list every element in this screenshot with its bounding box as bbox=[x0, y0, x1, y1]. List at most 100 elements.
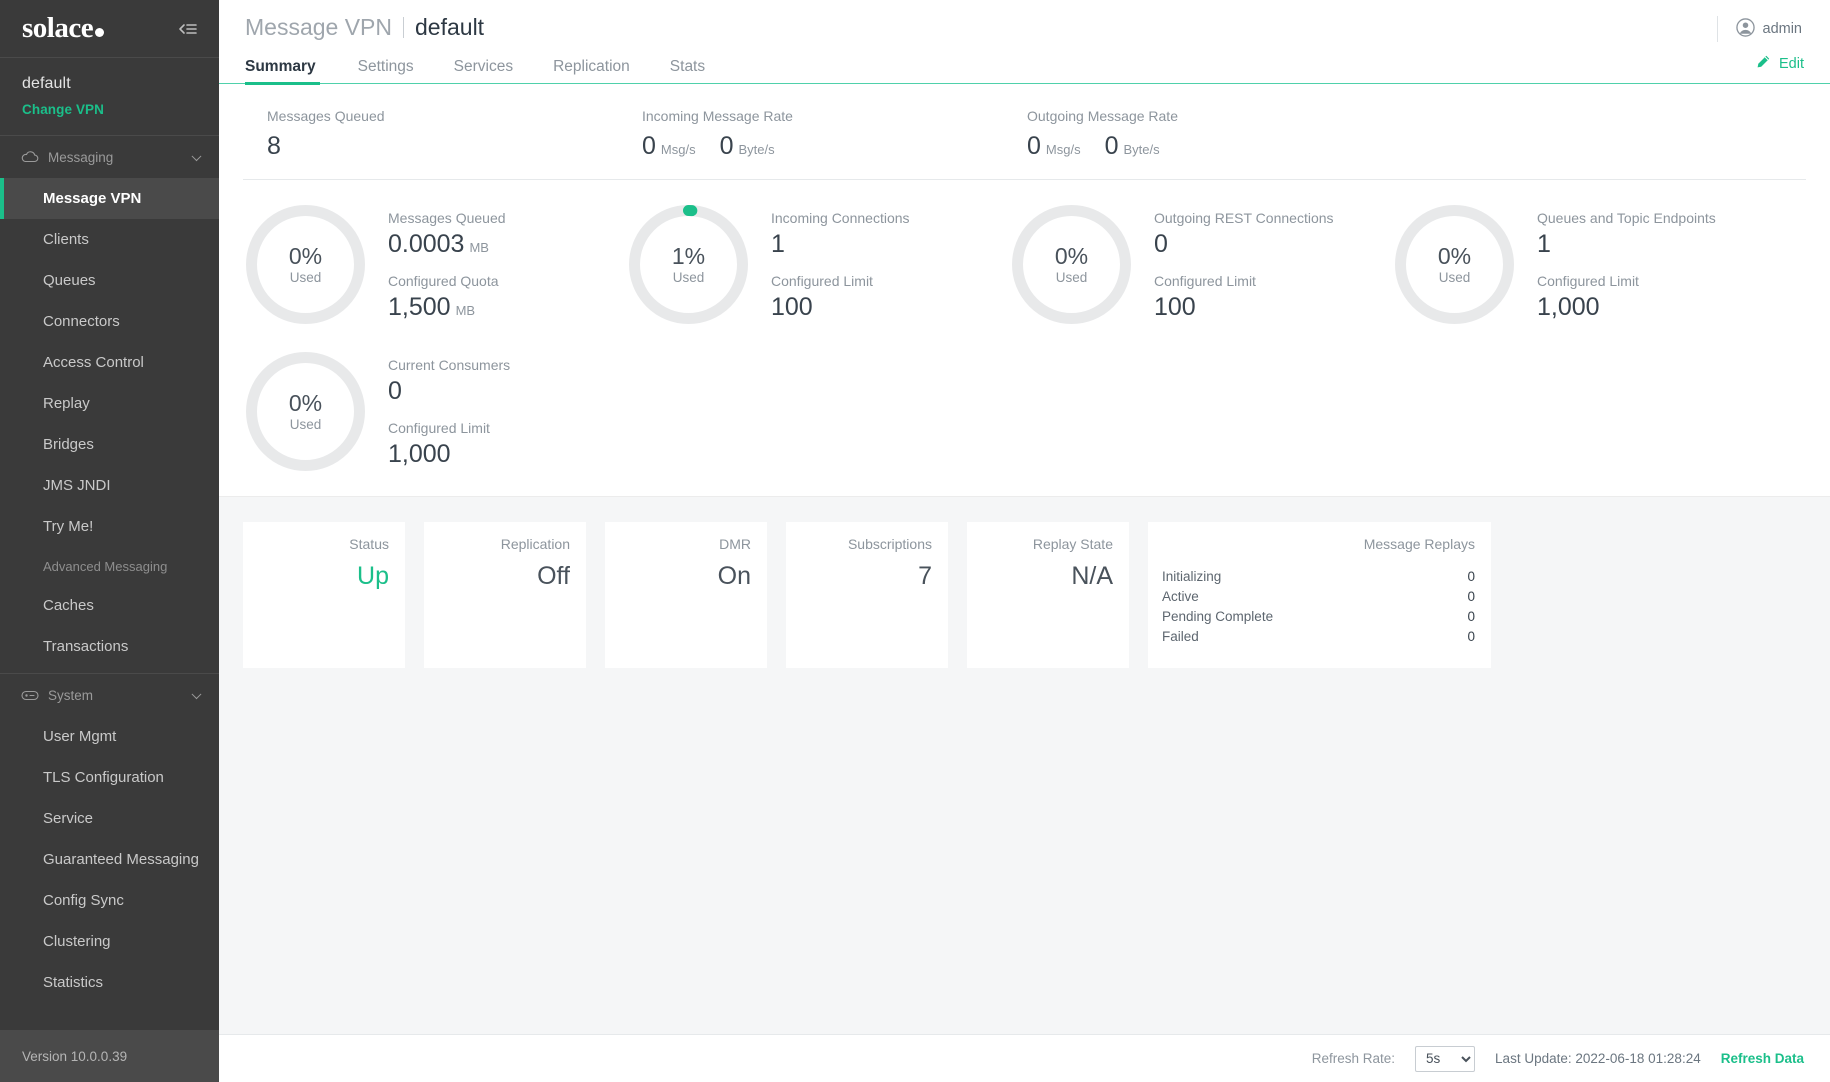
page-title-prefix: Message VPN bbox=[245, 14, 393, 40]
donut-percent: 0% bbox=[288, 389, 323, 416]
sidebar-item-replay[interactable]: Replay bbox=[0, 383, 219, 424]
donut-center: 1% Used bbox=[672, 242, 705, 288]
sidebar-item-statistics[interactable]: Statistics bbox=[0, 962, 219, 1003]
replay-label: Failed bbox=[1162, 628, 1199, 644]
last-update-label: Last Update: 2022-06-18 01:28:24 bbox=[1495, 1051, 1701, 1066]
edit-button[interactable]: Edit bbox=[1755, 54, 1804, 83]
sidebar-item-jms-jndi[interactable]: JMS JNDI bbox=[0, 465, 219, 506]
gauge-primary-label: Current Consumers bbox=[388, 356, 511, 373]
footer-bar: Refresh Rate: 5s Last Update: 2022-06-18… bbox=[219, 1034, 1830, 1082]
sidebar-item-config-sync[interactable]: Config Sync bbox=[0, 880, 219, 921]
gauge-info: Queues and Topic Endpoints 1 Configured … bbox=[1537, 208, 1716, 322]
kpi-values: 0 Msg/s 0 Byte/s bbox=[1027, 134, 1184, 159]
main-panel: Message VPN default admin Summary Settin… bbox=[219, 0, 1830, 1082]
donut-gauge: 0% Used bbox=[1392, 202, 1517, 327]
gauge-info: Current Consumers 0 Configured Limit 1,0… bbox=[388, 355, 510, 469]
collapse-sidebar-icon[interactable] bbox=[175, 18, 201, 40]
tile-value: N/A bbox=[1071, 562, 1113, 590]
message-replays-title: Message Replays bbox=[1363, 536, 1475, 552]
donut-gauge: 0% Used bbox=[1009, 202, 1134, 327]
kpi-value-byte: 0 bbox=[1104, 132, 1119, 160]
tab-stats[interactable]: Stats bbox=[650, 57, 725, 84]
sidebar-item-queues[interactable]: Queues bbox=[0, 260, 219, 301]
donut-percent: 0% bbox=[1437, 242, 1472, 269]
gauge-card-incoming-connections: 1% Used Incoming Connections 1 Configure… bbox=[626, 202, 1009, 327]
gauge-primary-value: 0.0003 bbox=[388, 229, 465, 258]
title-separator bbox=[403, 17, 405, 38]
gauge-secondary-value-row: 1,000 bbox=[1537, 293, 1716, 322]
gauge-secondary-label: Configured Quota bbox=[388, 273, 499, 289]
tile-value: Up bbox=[357, 562, 389, 590]
sidebar-item-transactions[interactable]: Transactions bbox=[0, 626, 219, 667]
sidebar-item-clustering[interactable]: Clustering bbox=[0, 921, 219, 962]
tile-label: Replication bbox=[500, 536, 570, 552]
gauge-primary-value: 1 bbox=[1537, 229, 1551, 258]
tile-value: 7 bbox=[918, 562, 932, 590]
page-title: Message VPN default bbox=[245, 14, 484, 41]
kpi-values: 8 bbox=[267, 134, 642, 159]
status-tiles-section: Status Up Replication Off DMR On Subscri… bbox=[219, 496, 1830, 1034]
tab-label: Settings bbox=[357, 57, 414, 75]
tile-replay-state: Replay State N/A bbox=[967, 522, 1129, 668]
kpi-value-byte: 0 bbox=[719, 132, 734, 160]
tile-status: Status Up bbox=[243, 522, 405, 668]
pencil-icon bbox=[1755, 54, 1771, 74]
gauge-secondary-value: 100 bbox=[771, 293, 813, 321]
tab-settings[interactable]: Settings bbox=[338, 57, 434, 84]
sidebar-item-user-mgmt[interactable]: User Mgmt bbox=[0, 716, 219, 757]
gauge-secondary-value: 1,000 bbox=[388, 440, 451, 468]
gauge-primary-value-row: 0 bbox=[388, 377, 510, 406]
sidebar-item-label: Clustering bbox=[43, 933, 111, 950]
solace-logo[interactable]: solace bbox=[22, 14, 105, 43]
app-root: solace default Change VPN Messaging Mess… bbox=[0, 0, 1830, 1082]
tab-label: Stats bbox=[669, 57, 706, 75]
sidebar-item-label: Message VPN bbox=[43, 190, 142, 207]
kpi-unit-byte: Byte/s bbox=[738, 142, 775, 157]
sidebar-item-label: Try Me! bbox=[43, 518, 94, 535]
sidebar-item-try-me[interactable]: Try Me! bbox=[0, 506, 219, 547]
gauge-primary-value-row: 0.0003 MB bbox=[388, 229, 506, 259]
sidebar-group-system[interactable]: System bbox=[0, 674, 219, 716]
sidebar-item-connectors[interactable]: Connectors bbox=[0, 301, 219, 342]
refresh-data-button[interactable]: Refresh Data bbox=[1721, 1051, 1804, 1066]
sidebar-item-clients[interactable]: Clients bbox=[0, 219, 219, 260]
page-title-name: default bbox=[415, 14, 485, 40]
kpi-label: Incoming Message Rate bbox=[642, 108, 793, 124]
sidebar-item-label: Connectors bbox=[43, 313, 120, 330]
replay-value: 0 bbox=[1467, 588, 1475, 604]
gauge-card-outgoing-rest-connections: 0% Used Outgoing REST Connections 0 Conf… bbox=[1009, 202, 1392, 327]
kpi-unit-msg: Msg/s bbox=[660, 142, 696, 157]
sidebar-item-label: TLS Configuration bbox=[43, 769, 164, 786]
gauge-primary-value-row: 1 bbox=[1537, 229, 1716, 259]
donut-used-label: Used bbox=[1438, 270, 1471, 286]
current-vpn-block: default Change VPN bbox=[0, 58, 219, 136]
sidebar-item-service[interactable]: Service bbox=[0, 798, 219, 839]
tab-summary[interactable]: Summary bbox=[245, 58, 338, 84]
kpi-outgoing-message-rate: Outgoing Message Rate 0 Msg/s 0 Byte/s bbox=[1027, 108, 1184, 179]
sidebar-subheader-label: Advanced Messaging bbox=[43, 558, 168, 574]
kpi-label: Outgoing Message Rate bbox=[1027, 108, 1178, 124]
tile-replication: Replication Off bbox=[424, 522, 586, 668]
version-label: Version 10.0.0.39 bbox=[0, 1030, 219, 1082]
sidebar-item-label: Transactions bbox=[43, 638, 129, 655]
tab-replication[interactable]: Replication bbox=[533, 57, 650, 84]
tab-label: Replication bbox=[553, 57, 630, 75]
sidebar-item-message-vpn[interactable]: Message VPN bbox=[0, 178, 219, 219]
message-replays-row: Active 0 bbox=[1162, 586, 1475, 606]
user-menu[interactable]: admin bbox=[1716, 16, 1802, 42]
gauge-secondary-value: 100 bbox=[1154, 293, 1196, 321]
sidebar-item-access-control[interactable]: Access Control bbox=[0, 342, 219, 383]
tile-label: Replay State bbox=[1032, 536, 1113, 552]
sidebar-item-label: Config Sync bbox=[43, 892, 124, 909]
sidebar-item-caches[interactable]: Caches bbox=[0, 585, 219, 626]
refresh-rate-select[interactable]: 5s bbox=[1415, 1045, 1476, 1072]
sidebar-item-tls-configuration[interactable]: TLS Configuration bbox=[0, 757, 219, 798]
sidebar-item-guaranteed-messaging[interactable]: Guaranteed Messaging bbox=[0, 839, 219, 880]
gauge-secondary-unit: MB bbox=[455, 303, 476, 318]
sidebar-item-bridges[interactable]: Bridges bbox=[0, 424, 219, 465]
sidebar-group-messaging[interactable]: Messaging bbox=[0, 136, 219, 178]
gauge-info: Messages Queued 0.0003 MB Configured Quot… bbox=[388, 208, 506, 322]
tab-services[interactable]: Services bbox=[434, 58, 533, 84]
change-vpn-link[interactable]: Change VPN bbox=[22, 102, 219, 117]
gauge-secondary-label: Configured Limit bbox=[1537, 273, 1639, 289]
